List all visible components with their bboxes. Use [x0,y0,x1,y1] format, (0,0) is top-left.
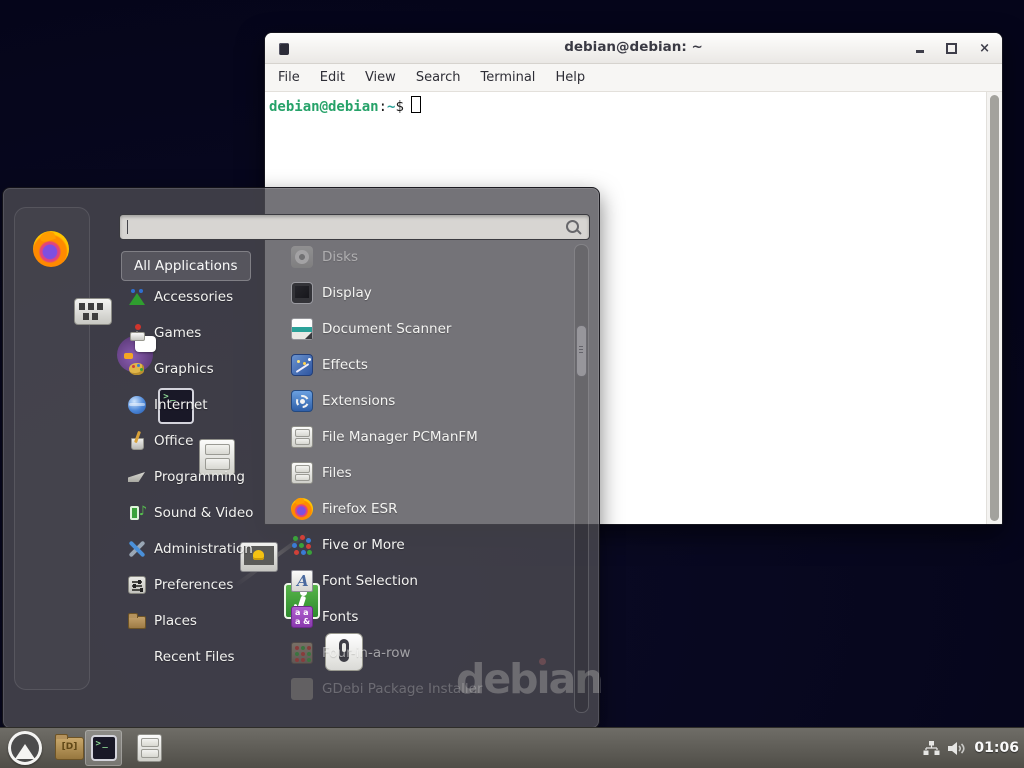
app-four-in-a-row[interactable]: Four-in-a-row [291,639,411,667]
clock[interactable]: 01:06 [974,740,1019,756]
category-office[interactable]: Office [128,428,193,454]
app-display[interactable]: Display [291,279,372,307]
files-launcher[interactable] [137,734,162,762]
sound-video-icon [128,504,146,522]
four-in-a-row-icon [291,642,313,664]
application-menu: All Applications Accessories Games Graph… [2,187,600,729]
app-five-or-more[interactable]: Five or More [291,531,405,559]
app-files[interactable]: Files [291,459,352,487]
app-font-selection[interactable]: Font Selection [291,567,418,595]
games-icon [128,324,146,342]
places-icon [128,616,146,629]
terminal-icon [91,735,117,761]
font-selection-icon [291,570,313,592]
programming-icon [128,468,146,486]
display-icon [291,282,313,304]
office-icon [128,432,146,450]
menu-search[interactable]: Search [416,70,461,85]
maximize-button[interactable] [946,43,957,54]
apps-scrollbar-thumb[interactable] [576,325,587,377]
volume-icon[interactable] [948,741,966,756]
category-places[interactable]: Places [128,608,197,634]
menu-help[interactable]: Help [555,70,585,85]
file-cabinet-icon [291,462,313,484]
effects-icon [291,354,313,376]
preferences-icon [128,576,146,594]
favorites-panel [14,207,90,690]
app-firefox-esr[interactable]: Firefox ESR [291,495,397,523]
search-input[interactable] [119,214,590,240]
terminal-task-button[interactable] [85,730,122,766]
gdebi-icon [291,678,313,700]
app-disks[interactable]: Disks [291,243,358,271]
app-fonts[interactable]: Fonts [291,603,358,631]
terminal-titlebar[interactable]: debian@debian: ~ × [265,33,1002,64]
category-accessories[interactable]: Accessories [128,284,233,310]
terminal-scrollbar[interactable] [986,92,1002,524]
network-icon[interactable] [923,741,940,756]
category-administration[interactable]: Administration [128,536,253,562]
category-preferences[interactable]: Preferences [128,572,233,598]
file-cabinet-icon [291,426,313,448]
administration-icon [128,540,146,558]
minimize-button[interactable] [916,50,924,53]
window-controls: × [916,33,990,63]
keyboard-character-map-icon[interactable] [74,298,112,325]
taskbar: 01:06 [0,727,1024,768]
app-gdebi-package-installer[interactable]: GDebi Package Installer [291,675,483,703]
window-title: debian@debian: ~ [265,39,1002,55]
graphics-icon [128,360,146,378]
category-sound-video[interactable]: Sound & Video [128,500,253,526]
app-file-manager-pcmanfm[interactable]: File Manager PCManFM [291,423,478,451]
terminal-menubar: File Edit View Search Terminal Help [265,64,1002,92]
text-cursor [411,96,421,113]
five-or-more-icon [291,534,313,556]
apps-scrollbar[interactable] [574,244,589,713]
app-effects[interactable]: Effects [291,351,368,379]
desktop: debıan debian@debian: ~ × File Edit View… [0,0,1024,768]
document-scanner-icon [291,318,313,340]
terminal-scrollbar-thumb[interactable] [990,95,999,521]
category-all-applications[interactable]: All Applications [121,251,251,281]
menu-button[interactable] [8,731,42,765]
extensions-icon [291,390,313,412]
firefox-icon [291,498,313,520]
firefox-icon[interactable] [33,231,69,267]
disks-icon [291,246,313,268]
internet-icon [128,396,146,414]
fonts-icon [291,606,313,628]
menu-edit[interactable]: Edit [320,70,345,85]
menu-view[interactable]: View [365,70,396,85]
app-extensions[interactable]: Extensions [291,387,395,415]
close-button[interactable]: × [979,42,990,55]
menu-terminal[interactable]: Terminal [480,70,535,85]
menu-file[interactable]: File [278,70,300,85]
category-graphics[interactable]: Graphics [128,356,214,382]
system-tray: 01:06 [923,728,1019,768]
category-recent-files[interactable]: Recent Files [128,644,235,670]
category-games[interactable]: Games [128,320,201,346]
app-document-scanner[interactable]: Document Scanner [291,315,451,343]
category-internet[interactable]: Internet [128,392,208,418]
file-manager-launcher[interactable] [55,737,84,760]
accessories-icon [128,288,146,306]
shell-prompt: debian@debian:~$ [269,96,421,115]
search-icon [566,220,579,233]
search-caret [127,220,128,234]
category-programming[interactable]: Programming [128,464,245,490]
